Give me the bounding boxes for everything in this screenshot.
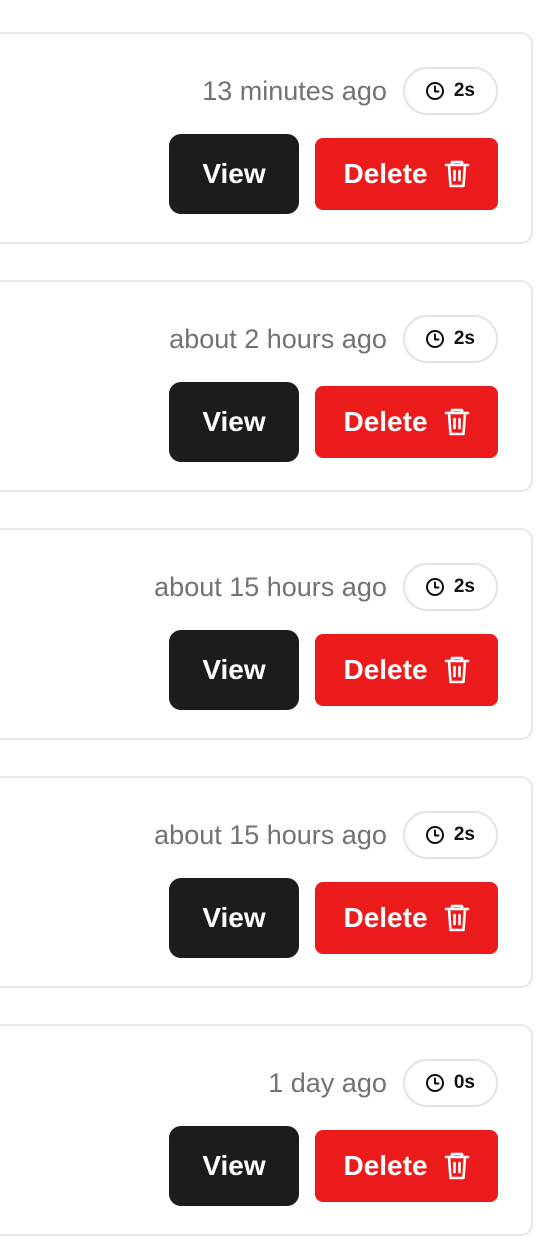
duration-value: 2s: [453, 80, 475, 101]
duration-value: 2s: [453, 824, 475, 845]
clock-icon: [425, 329, 445, 349]
trash-icon: [444, 655, 470, 685]
delete-button-label: Delete: [343, 406, 428, 437]
clock-icon: [425, 1073, 445, 1093]
duration-badge: 2s: [402, 67, 498, 115]
run-meta: about 2 hours ago 2s: [169, 313, 498, 365]
view-button[interactable]: View: [169, 878, 299, 958]
run-timestamp: about 15 hours ago: [154, 571, 387, 602]
clock-icon: [425, 825, 445, 845]
run-meta: about 15 hours ago 2s: [154, 809, 498, 861]
run-actions: View Delete: [169, 382, 498, 462]
run-timestamp: 1 day ago: [268, 1067, 387, 1098]
delete-button-label: Delete: [343, 158, 428, 189]
run-actions: View Delete: [169, 630, 498, 710]
delete-button[interactable]: Delete: [315, 1130, 498, 1202]
run-timestamp: about 2 hours ago: [169, 323, 387, 354]
run-timestamp: about 15 hours ago: [154, 819, 387, 850]
trash-icon: [444, 903, 470, 933]
trash-icon: [444, 1151, 470, 1181]
view-button-label: View: [202, 406, 266, 437]
delete-button-label: Delete: [343, 1150, 428, 1181]
delete-button-label: Delete: [343, 654, 428, 685]
view-button[interactable]: View: [169, 1126, 299, 1206]
trash-icon: [444, 159, 470, 189]
run-actions: View Delete: [169, 134, 498, 214]
delete-button[interactable]: Delete: [315, 386, 498, 458]
view-button[interactable]: View: [169, 630, 299, 710]
duration-value: 0s: [453, 1072, 475, 1093]
run-meta: 1 day ago 0s: [268, 1057, 498, 1109]
run-card: about 15 hours ago 2s View Delete: [0, 776, 533, 988]
run-timestamp: 13 minutes ago: [202, 75, 387, 106]
run-card: about 15 hours ago 2s View Delete: [0, 528, 533, 740]
trash-icon: [444, 407, 470, 437]
duration-value: 2s: [453, 328, 475, 349]
delete-button[interactable]: Delete: [315, 634, 498, 706]
run-card: 1 day ago 0s View Delete: [0, 1024, 533, 1236]
view-button-label: View: [202, 654, 266, 685]
delete-button-label: Delete: [343, 902, 428, 933]
duration-badge: 2s: [402, 563, 498, 611]
run-card: 13 minutes ago 2s View Delete: [0, 32, 533, 244]
clock-icon: [425, 577, 445, 597]
view-button-label: View: [202, 902, 266, 933]
run-meta: 13 minutes ago 2s: [202, 65, 498, 117]
runs-list: 13 minutes ago 2s View Delete about 2 ho…: [0, 0, 538, 1250]
duration-badge: 0s: [402, 1059, 498, 1107]
run-actions: View Delete: [169, 878, 498, 958]
duration-badge: 2s: [402, 315, 498, 363]
delete-button[interactable]: Delete: [315, 882, 498, 954]
view-button[interactable]: View: [169, 134, 299, 214]
duration-value: 2s: [453, 576, 475, 597]
view-button-label: View: [202, 158, 266, 189]
delete-button[interactable]: Delete: [315, 138, 498, 210]
view-button-label: View: [202, 1150, 266, 1181]
duration-badge: 2s: [402, 811, 498, 859]
run-meta: about 15 hours ago 2s: [154, 561, 498, 613]
run-card: about 2 hours ago 2s View Delete: [0, 280, 533, 492]
run-actions: View Delete: [169, 1126, 498, 1206]
view-button[interactable]: View: [169, 382, 299, 462]
clock-icon: [425, 81, 445, 101]
